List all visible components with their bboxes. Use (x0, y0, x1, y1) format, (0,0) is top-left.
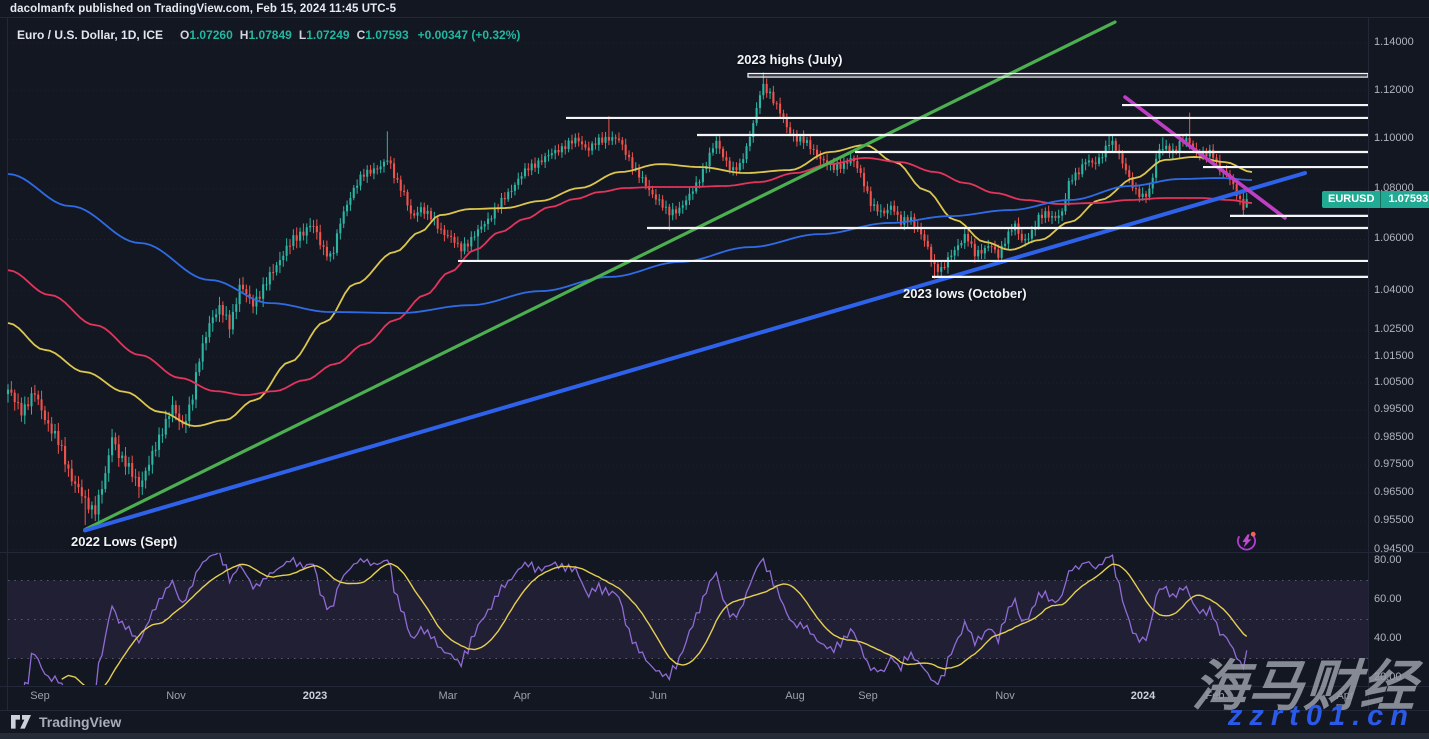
rsi-axis-label: 80.00 (1374, 554, 1402, 566)
resistance-zone-2023-highs[interactable] (748, 73, 1368, 77)
ohlc-low-value: 1.07249 (306, 28, 349, 42)
time-axis-label: Sep (858, 690, 878, 702)
published-caption: dacolmanfx published on TradingView.com,… (10, 3, 396, 15)
change-value: +0.00347 (+0.32%) (418, 28, 521, 42)
last-price-value: 1.07593 (1381, 191, 1429, 208)
price-axis-label: 1.04000 (1374, 284, 1414, 296)
chart-annotation[interactable]: 2023 highs (July) (737, 52, 842, 67)
tradingview-published-chart: dacolmanfx published on TradingView.com,… (0, 0, 1429, 739)
ohlc-open-key: O (180, 28, 189, 42)
price-axis-label: 1.01500 (1374, 350, 1414, 362)
lightning-icon (1235, 529, 1259, 553)
time-axis-label: Mar (439, 690, 458, 702)
time-axis-label: Apr (513, 690, 530, 702)
ohlc-high-value: 1.07849 (248, 28, 291, 42)
ohlc-close-value: 1.07593 (365, 28, 408, 42)
candles-layer (7, 73, 1248, 526)
price-axis-label: 0.99500 (1374, 403, 1414, 415)
price-axis-label: 0.98500 (1374, 431, 1414, 443)
footer-attribution[interactable]: TradingView (10, 714, 121, 730)
price-axis-label: 1.14000 (1374, 36, 1414, 48)
chart-canvas[interactable] (0, 0, 1429, 739)
ohlc-close-key: C (357, 28, 366, 42)
time-axis-label: Jun (649, 690, 667, 702)
rsi-pane[interactable] (8, 552, 1368, 707)
ohlc-open-value: 1.07260 (189, 28, 232, 42)
chart-annotation[interactable]: 2022 Lows (Sept) (71, 534, 177, 549)
watermark-url: zzrt01.cn (1228, 700, 1415, 733)
price-axis-label: 1.00500 (1374, 376, 1414, 388)
price-axis-label: 1.02500 (1374, 323, 1414, 335)
price-axis-label: 0.96500 (1374, 486, 1414, 498)
tradingview-brand-text: TradingView (39, 714, 121, 730)
symbol-legend[interactable]: Euro / U.S. Dollar, 1D, ICEO1.07260H1.07… (17, 28, 520, 42)
time-axis-label: Nov (995, 690, 1015, 702)
price-axis-label: 1.06000 (1374, 232, 1414, 244)
rsi-axis-label: 60.00 (1374, 593, 1402, 605)
rsi-band-fill (8, 581, 1368, 659)
price-axis-label: 0.95500 (1374, 514, 1414, 526)
tradingview-logo-icon (10, 714, 32, 730)
last-price-label: EURUSD 1.07593 (1322, 191, 1429, 208)
uptrend-blue[interactable] (85, 173, 1305, 530)
boost-reaction-button[interactable] (1235, 529, 1259, 553)
price-axis-label: 1.12000 (1374, 84, 1414, 96)
time-axis-label: Sep (30, 690, 50, 702)
price-axis-label: 1.10000 (1374, 132, 1414, 144)
time-axis-label: Nov (166, 690, 186, 702)
time-axis-label: Aug (785, 690, 805, 702)
price-axis-label: 0.94500 (1374, 543, 1414, 555)
price-axis-label: 0.97500 (1374, 458, 1414, 470)
last-price-symbol: EURUSD (1322, 191, 1381, 208)
symbol-title: Euro / U.S. Dollar, 1D, ICE (17, 28, 163, 42)
time-axis-label: 2024 (1131, 690, 1155, 702)
time-axis-label: 2023 (303, 690, 327, 702)
chart-annotation[interactable]: 2023 lows (October) (903, 286, 1027, 301)
main-pane[interactable] (7, 22, 1368, 550)
